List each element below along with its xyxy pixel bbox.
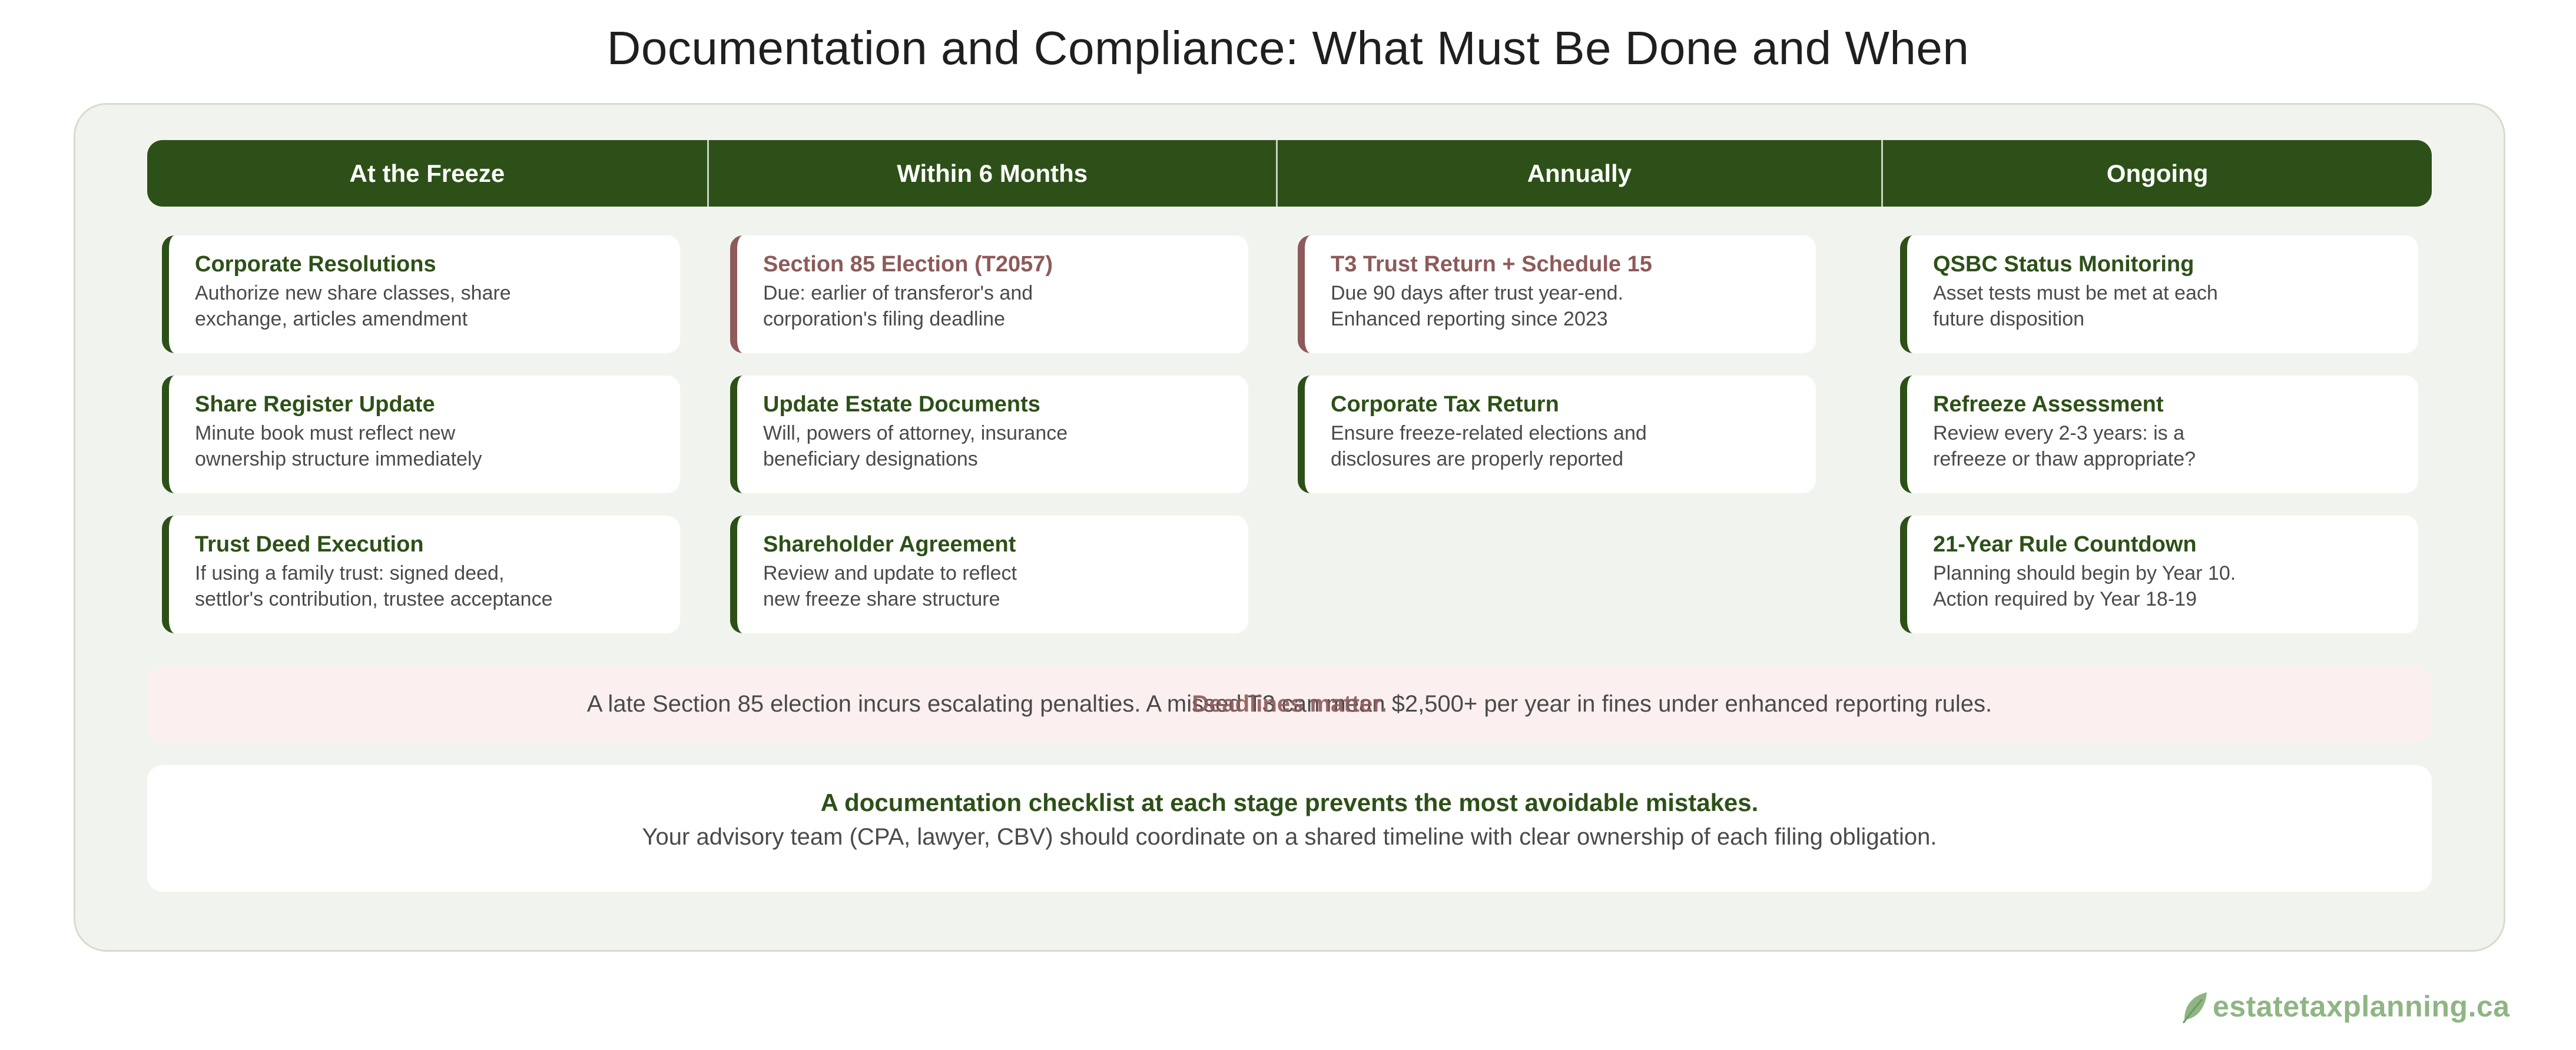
card-shareholder-agreement: Shareholder Agreement Review and update … (730, 516, 1248, 633)
card-title: Trust Deed Execution (195, 532, 424, 557)
card-description: Will, powers of attorney, insurance bene… (763, 422, 1068, 470)
page-title: Documentation and Compliance: What Must … (606, 22, 1970, 74)
card-corporate-resolutions: Corporate Resolutions Authorize new shar… (162, 235, 680, 353)
card-description: Review and update to reflect new freeze … (763, 562, 1017, 610)
card-description: Review every 2-3 years: is a refreeze or… (1933, 422, 2196, 470)
card-section-85-election: Section 85 Election (T2057) Due: earlier… (730, 235, 1248, 353)
card-trust-deed-execution: Trust Deed Execution If using a family t… (162, 516, 680, 633)
page: Documentation and Compliance: What Must … (0, 0, 2576, 1050)
deadline-warning-banner: A late Section 85 election incurs escala… (147, 667, 2432, 741)
card-update-estate-documents: Update Estate Documents Will, powers of … (730, 376, 1248, 493)
summary-box: A documentation checklist at each stage … (147, 765, 2432, 892)
brand-text: estatetaxplanning.ca (2213, 990, 2510, 1023)
card-title: Shareholder Agreement (763, 532, 1016, 557)
column-header-annually: Annually (1527, 159, 1632, 187)
card-title: Refreeze Assessment (1933, 392, 2164, 417)
card-description: Authorize new share classes, share excha… (195, 282, 511, 330)
card-title: Corporate Resolutions (195, 252, 436, 277)
warning-bold-text: Deadlines matter. (1192, 690, 1387, 717)
card-description: Planning should begin by Year 10. Action… (1933, 562, 2236, 610)
card-description: Ensure freeze-related elections and disc… (1331, 422, 1647, 470)
card-description: Due 90 days after trust year-end. Enhanc… (1331, 282, 1624, 330)
column-header-at-the-freeze: At the Freeze (349, 159, 505, 187)
brand-footer: estatetaxplanning.ca (2179, 986, 2510, 1027)
timeline-header: At the Freeze Within 6 Months Annually O… (147, 140, 2432, 207)
card-t3-trust-return: T3 Trust Return + Schedule 15 Due 90 day… (1298, 235, 1816, 353)
summary-headline: A documentation checklist at each stage … (820, 789, 1759, 816)
card-description: If using a family trust: signed deed, se… (195, 562, 553, 610)
column-header-within-6-months: Within 6 Months (897, 159, 1088, 187)
leaf-icon (2182, 992, 2207, 1024)
card-description: Minute book must reflect new ownership s… (195, 422, 482, 470)
card-title: Share Register Update (195, 392, 435, 417)
summary-body: Your advisory team (CPA, lawyer, CBV) sh… (642, 824, 1937, 850)
card-21-year-rule-countdown: 21-Year Rule Countdown Planning should b… (1900, 516, 2418, 633)
column-header-ongoing: Ongoing (2106, 159, 2209, 187)
card-title: T3 Trust Return + Schedule 15 (1331, 252, 1652, 277)
card-description: Due: earlier of transferor's and corpora… (763, 282, 1033, 330)
card-refreeze-assessment: Refreeze Assessment Review every 2-3 yea… (1900, 376, 2418, 493)
card-description: Asset tests must be met at each future d… (1933, 282, 2218, 330)
card-qsbc-status-monitoring: QSBC Status Monitoring Asset tests must … (1900, 235, 2418, 353)
card-title: QSBC Status Monitoring (1933, 252, 2194, 277)
card-corporate-tax-return: Corporate Tax Return Ensure freeze-relat… (1298, 376, 1816, 493)
card-title: 21-Year Rule Countdown (1933, 532, 2197, 557)
card-title: Corporate Tax Return (1331, 392, 1559, 417)
card-share-register-update: Share Register Update Minute book must r… (162, 376, 680, 493)
card-title: Update Estate Documents (763, 392, 1040, 417)
card-title: Section 85 Election (T2057) (763, 252, 1053, 277)
